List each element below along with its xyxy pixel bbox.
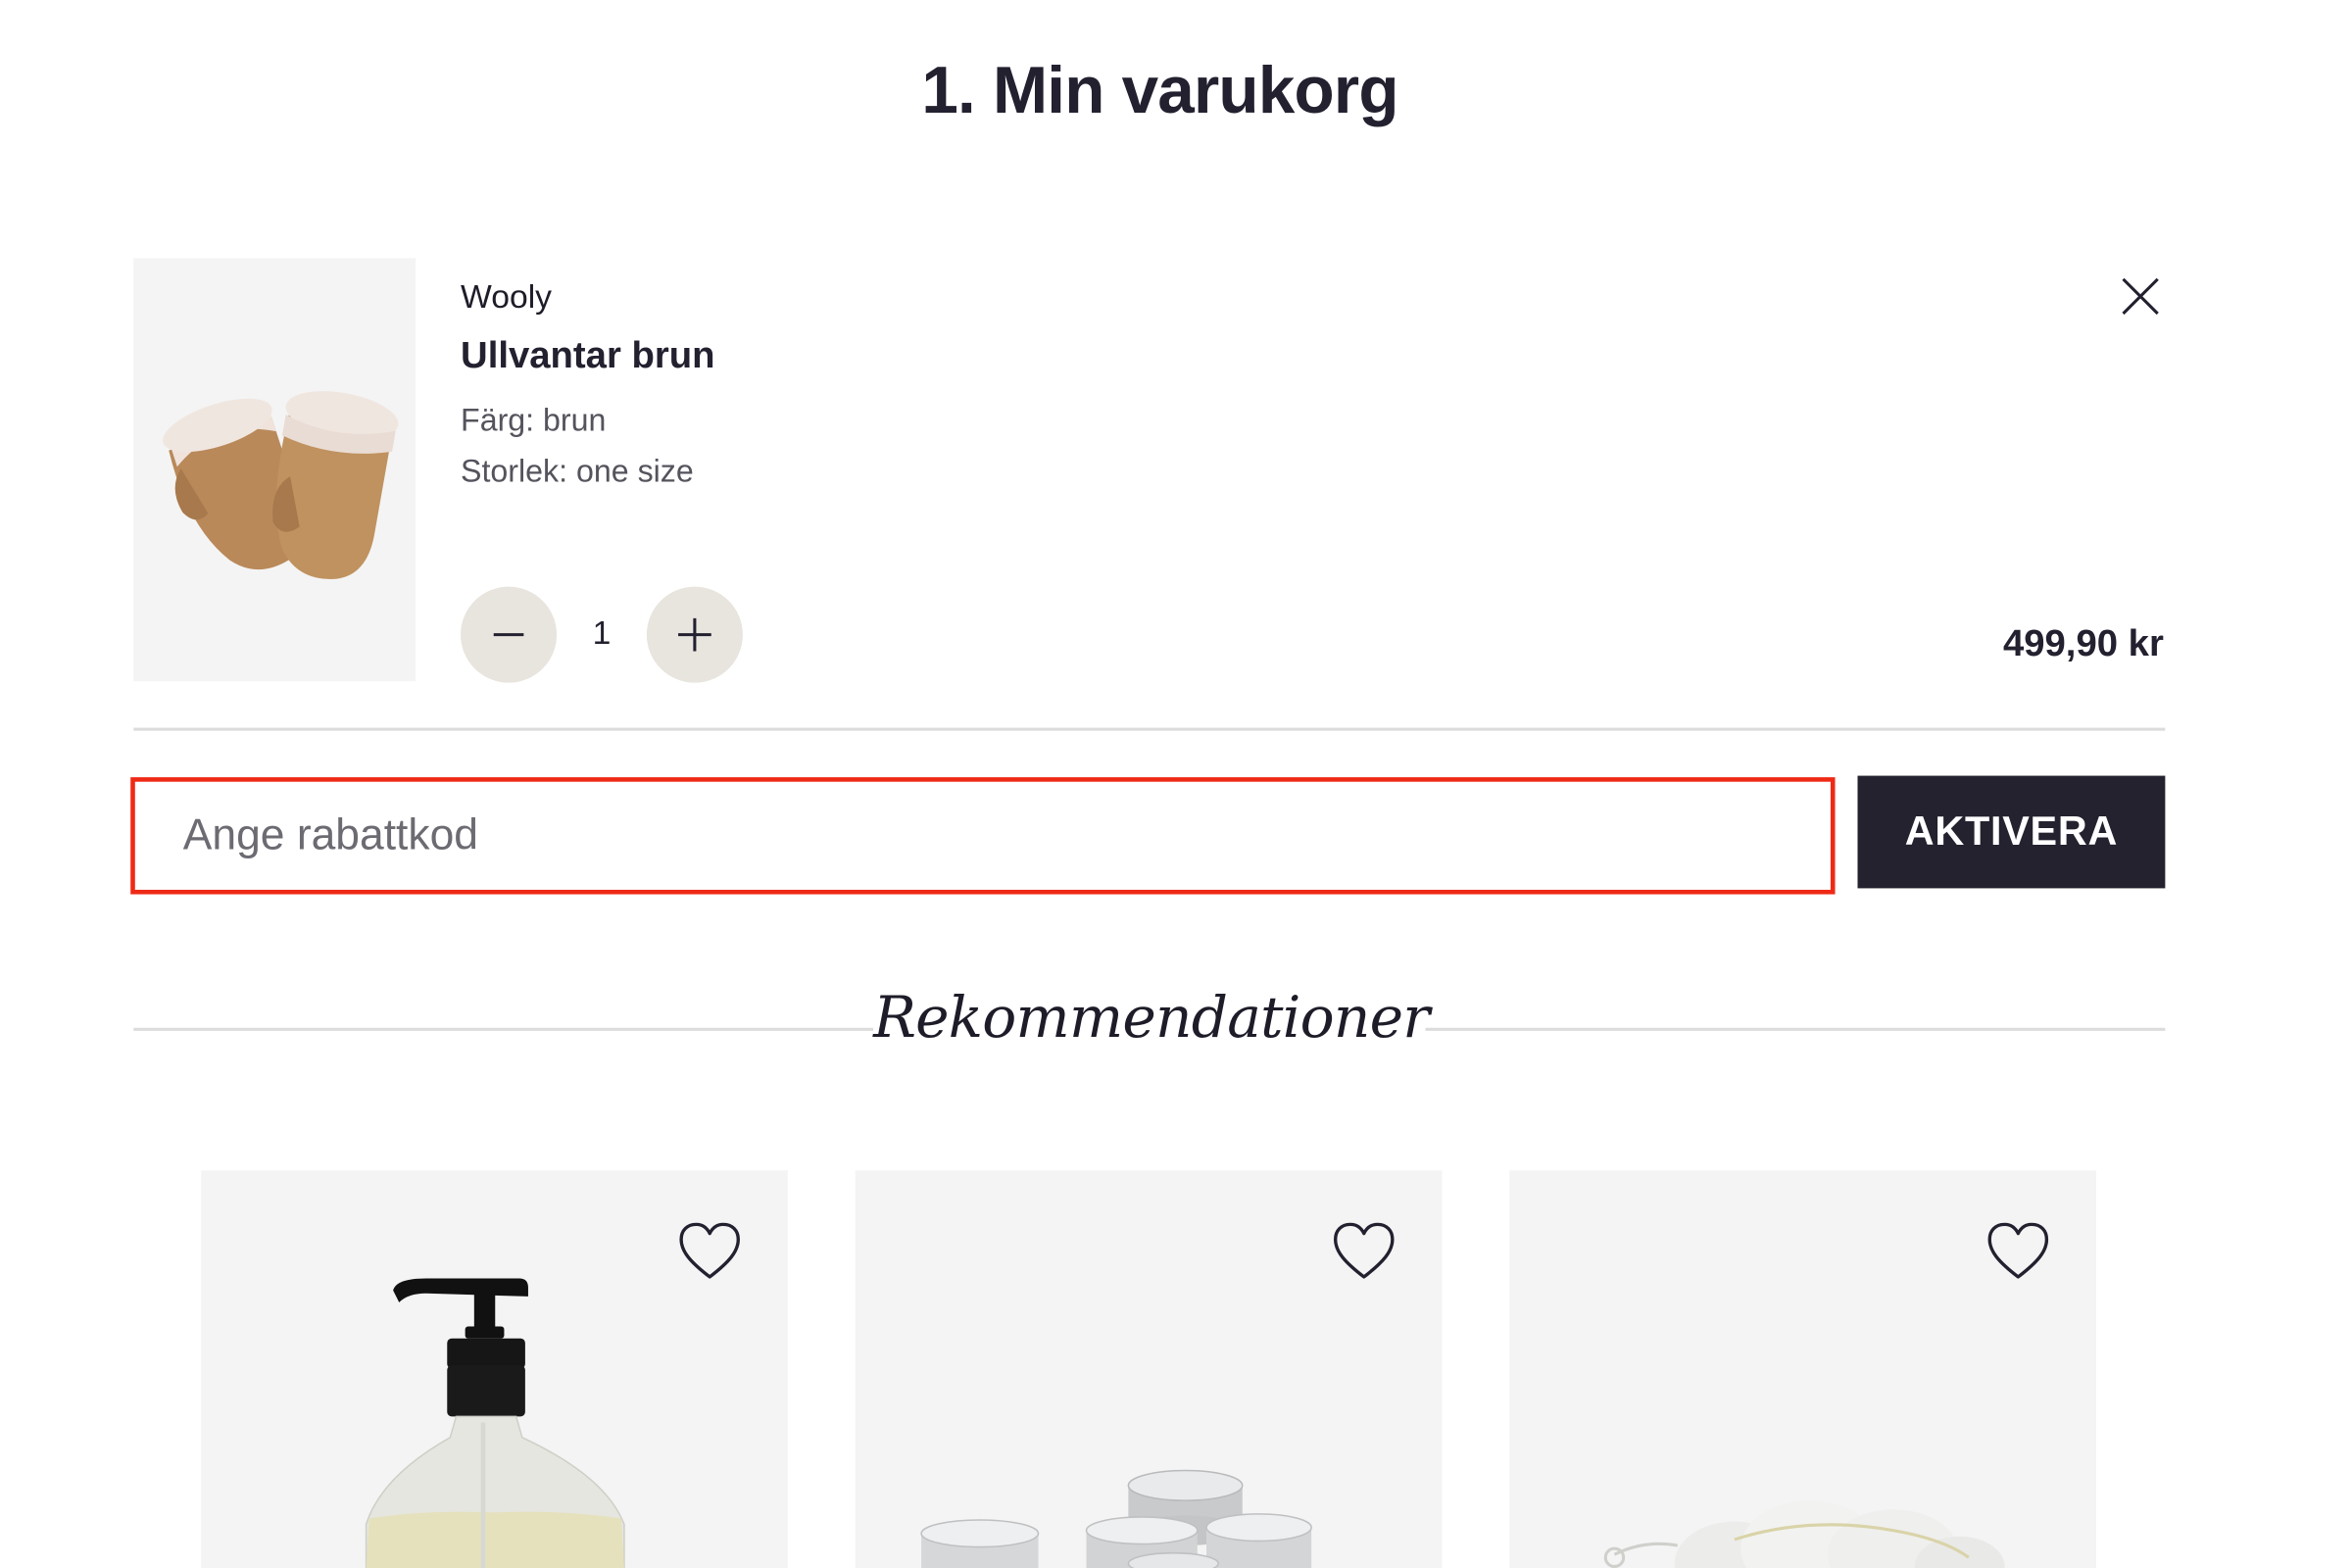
close-icon xyxy=(2122,277,2159,316)
decrease-quantity-button[interactable] xyxy=(461,586,558,683)
heart-icon xyxy=(1333,1222,1395,1279)
favorite-button[interactable] xyxy=(1984,1220,2052,1283)
heart-icon xyxy=(1987,1222,2049,1279)
cart-item-size: Storlek: one size xyxy=(461,454,694,490)
recommendations-heading: Rekommendationer xyxy=(873,984,1430,1051)
divider xyxy=(133,727,2166,731)
recommendation-card[interactable] xyxy=(201,1170,788,1568)
cart-item-name[interactable]: Ullvantar brun xyxy=(461,334,714,377)
minus-icon xyxy=(493,633,524,637)
activate-discount-button[interactable]: AKTIVERA xyxy=(1857,775,2166,889)
recommendation-card[interactable] xyxy=(1509,1170,2096,1568)
remove-item-button[interactable] xyxy=(2110,268,2170,327)
divider xyxy=(1425,1027,2166,1031)
page-title: 1. Min varukorg xyxy=(921,54,1398,128)
increase-quantity-button[interactable] xyxy=(646,586,743,683)
cart-page: 1. Min varukorg Wooly Ullvantar brun Fär… xyxy=(0,0,2321,1568)
heart-icon xyxy=(679,1222,740,1279)
cart-item-price: 499,90 kr xyxy=(2002,622,2164,665)
cart-item-brand[interactable]: Wooly xyxy=(461,277,552,317)
divider xyxy=(133,1027,874,1031)
recommendation-card[interactable] xyxy=(855,1170,1443,1568)
plus-icon xyxy=(678,617,711,652)
quantity-value: 1 xyxy=(592,613,612,652)
mittens-image xyxy=(163,391,399,579)
favorite-button[interactable] xyxy=(675,1220,744,1283)
cart-item-color: Färg: brun xyxy=(461,403,607,439)
discount-code-input[interactable] xyxy=(130,777,1836,895)
cart-item-image[interactable] xyxy=(133,258,416,682)
favorite-button[interactable] xyxy=(1330,1220,1398,1283)
